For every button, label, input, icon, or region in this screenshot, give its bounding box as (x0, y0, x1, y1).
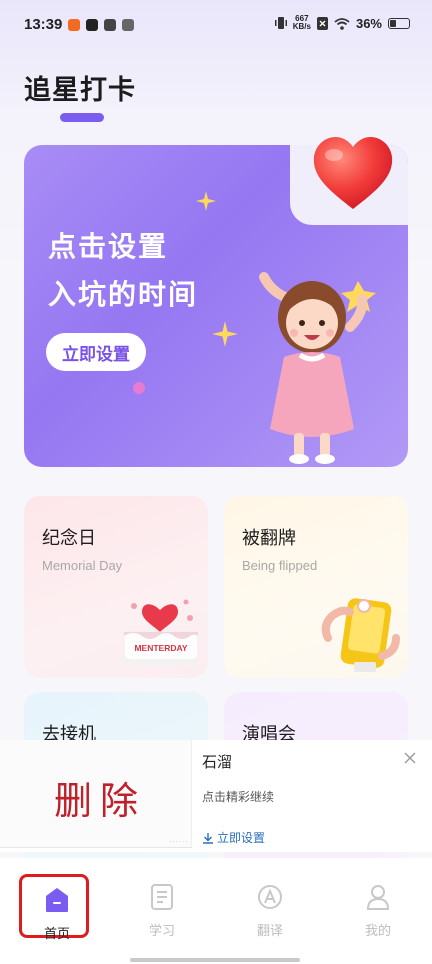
phone-illustration (321, 598, 400, 672)
ad-action-link[interactable]: 立即设置 (202, 829, 265, 846)
card-memorial-day[interactable]: 纪念日 Memorial Day MENTERDAY (24, 496, 208, 678)
net-speed-unit: KB/s (292, 22, 311, 31)
nav-study[interactable]: 学习 (127, 874, 197, 939)
battery-percent: 36% (355, 15, 382, 31)
heart-icon (313, 137, 393, 209)
battery-icon (388, 17, 410, 29)
bottom-nav: 首页 学习 翻译 我的 (0, 858, 432, 964)
app-notification-icon (86, 19, 98, 31)
ad-thumbnail[interactable]: 删除 · · · · · · (0, 740, 192, 848)
nav-label: 我的 (364, 924, 391, 939)
app-notification-icon (104, 19, 116, 31)
nav-label: 学习 (148, 924, 175, 939)
status-bar: 13:39 667 KB/s 36% (0, 0, 432, 50)
ad-action-label: 立即设置 (217, 831, 266, 845)
vibrate-icon (274, 17, 287, 29)
app-notification-icon (68, 19, 80, 31)
card-being-flipped[interactable]: 被翻牌 Being flipped (224, 496, 408, 678)
ad-title: 石溜 (202, 753, 233, 771)
app-notification-icon (122, 19, 134, 31)
status-time: 13:39 (24, 16, 63, 33)
bubble-icon (133, 382, 145, 394)
banner-headline-2: 入坑的时间 (48, 278, 199, 311)
network-speed: 667 KB/s (293, 15, 311, 31)
sparkle-icon (196, 191, 216, 211)
cake-illustration: MENTERDAY (123, 599, 199, 666)
ad-fine-print: · · · · · · (169, 839, 187, 845)
nav-translate[interactable]: 翻译 (235, 874, 305, 939)
home-indicator (130, 958, 300, 962)
home-icon (46, 888, 68, 912)
title-underline (60, 113, 104, 122)
banner-headline-1: 点击设置 (48, 230, 169, 263)
sim-icon (316, 16, 328, 30)
hero-banner[interactable]: 点击设置 入坑的时间 立即设置 (24, 137, 408, 467)
ad-banner[interactable]: 删除 · · · · · · 石溜 点击精彩继续 立即设置 (0, 740, 432, 852)
nav-label: 首页 (43, 927, 70, 942)
document-icon (151, 884, 173, 910)
nav-profile[interactable]: 我的 (343, 874, 413, 939)
set-now-button[interactable]: 立即设置 (46, 333, 146, 371)
sparkle-icon (212, 321, 238, 347)
card-title: 纪念日 (42, 528, 96, 549)
card-subtitle: Being flipped (242, 558, 318, 573)
download-icon (203, 832, 213, 844)
nav-home[interactable]: 首页 (19, 874, 89, 942)
ad-thumbnail-text: 删除 (54, 779, 147, 823)
nav-label: 翻译 (256, 924, 283, 939)
wifi-icon (334, 17, 350, 30)
page-title: 追星打卡 (24, 75, 136, 106)
card-title: 被翻牌 (242, 528, 296, 549)
profile-icon (366, 885, 390, 910)
translate-icon (258, 885, 282, 909)
cake-label: MENTERDAY (134, 643, 187, 653)
ad-description: 点击精彩继续 (202, 790, 275, 804)
girl-illustration (247, 257, 376, 464)
close-icon[interactable] (402, 750, 418, 766)
card-subtitle: Memorial Day (42, 558, 123, 573)
